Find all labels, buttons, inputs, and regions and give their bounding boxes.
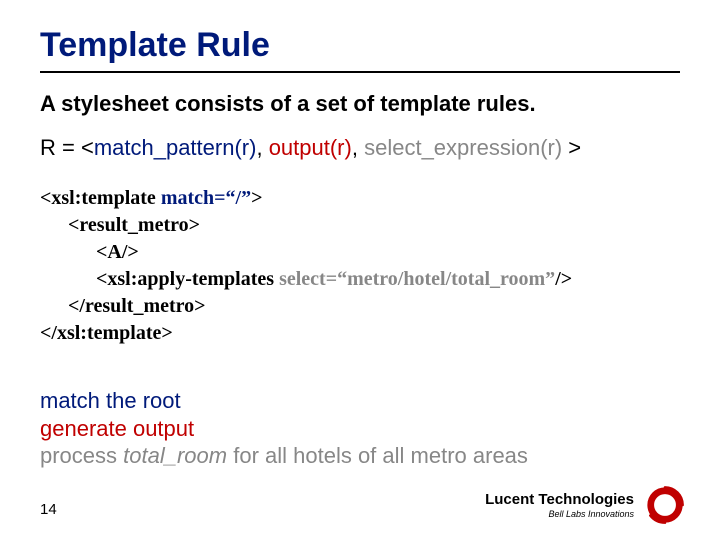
formula-comma1: , — [256, 135, 262, 160]
logo-sub: Bell Labs Innovations — [485, 510, 634, 519]
code-l4b: select=“metro/hotel/total_room” — [279, 268, 555, 290]
code-l6: </xsl:template> — [40, 322, 173, 344]
explain-l3a: process — [40, 443, 123, 468]
code-l4a: <xsl:apply-templates — [96, 268, 279, 290]
explain-l2: generate output — [40, 415, 680, 443]
formula-prefix: R = < — [40, 135, 94, 160]
formula-select: select_expression(r) — [364, 135, 562, 160]
slide-title: Template Rule — [40, 26, 680, 65]
explain-l3c: for all hotels of all metro areas — [227, 443, 528, 468]
explain-l3b: total_room — [123, 443, 227, 468]
logo-brand: Lucent Technologies — [485, 492, 634, 507]
formula-suffix: > — [562, 135, 581, 160]
code-l1c: > — [251, 187, 262, 209]
code-l2: <result_metro> — [68, 214, 200, 236]
code-l3: <A/> — [96, 241, 139, 263]
code-l5: </result_metro> — [68, 295, 206, 317]
formula-match: match_pattern(r) — [94, 135, 257, 160]
title-rule — [40, 71, 680, 73]
formula-comma2: , — [352, 135, 358, 160]
explain-l1: match the root — [40, 387, 680, 415]
code-block: <xsl:template match=“/”> <result_metro> … — [40, 185, 680, 347]
code-l1a: <xsl:template — [40, 187, 161, 209]
formula-line: R = <match_pattern(r), output(r), select… — [40, 135, 680, 161]
lead-text: A stylesheet consists of a set of templa… — [40, 91, 680, 117]
ring-icon — [644, 484, 686, 526]
code-l1b: match=“/” — [161, 187, 251, 209]
logo: Lucent Technologies Bell Labs Innovation… — [485, 484, 686, 526]
code-l4c: /> — [555, 268, 572, 290]
explain-block: match the root generate output process t… — [40, 387, 680, 470]
formula-output: output(r) — [269, 135, 352, 160]
page-number: 14 — [40, 501, 57, 518]
